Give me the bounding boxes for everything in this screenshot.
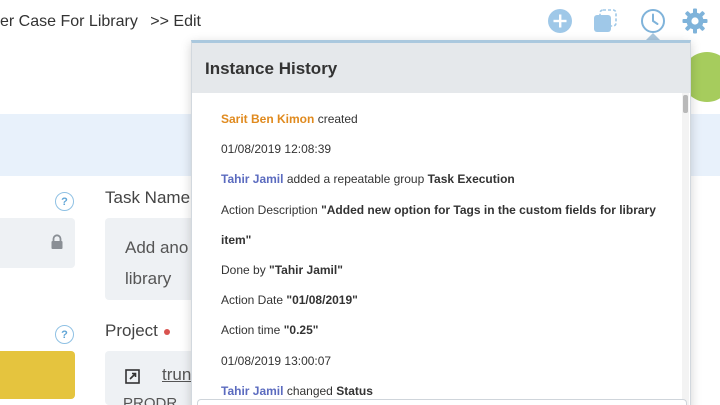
history-detail-label: Action Date [221,293,284,308]
add-button[interactable] [546,7,574,35]
task-name-label-text: Task Name [105,188,191,207]
history-target: Status [336,383,373,398]
history-list[interactable]: Sarit Ben Kimon created 01/08/2019 12:08… [192,93,690,405]
history-action: changed [286,383,333,398]
instance-history-panel: Instance History Sarit Ben Kimon created… [191,40,691,405]
project-sub-text: PRODR [123,395,178,405]
plus-circle-icon [548,9,572,33]
breadcrumb: er Case For Library >> Edit [0,13,201,31]
history-detail: Action time "0.25" [221,315,672,345]
history-detail: Action Description "Added new option for… [221,195,672,255]
project-field: trun PRODR [105,351,205,405]
history-user[interactable]: Sarit Ben Kimon [221,112,314,126]
external-link-icon[interactable] [125,369,140,384]
history-timestamp: 01/08/2019 12:08:39 [221,142,332,157]
task-name-label: Task Name [105,188,190,208]
history-detail-value: "01/08/2019" [286,293,358,308]
lock-icon [51,234,63,249]
highlight-field[interactable] [0,351,75,399]
history-button[interactable] [639,7,667,35]
history-comment-input[interactable] [197,399,687,405]
breadcrumb-current: Edit [173,13,201,30]
history-scrollbar[interactable] [682,93,689,405]
project-label: Project [105,321,170,341]
history-active-caret [646,33,660,40]
copy-button[interactable] [591,7,619,35]
help-icon[interactable]: ? [55,192,74,211]
settings-button[interactable] [681,7,709,35]
history-timestamp: 01/08/2019 13:00:07 [221,353,332,368]
required-indicator [163,328,170,335]
gear-icon [682,8,708,34]
clock-icon [641,9,665,33]
history-scrollbar-thumb[interactable] [683,95,688,113]
history-entry: Sarit Ben Kimon created [221,104,672,134]
history-action: created [317,112,358,126]
project-link[interactable]: trun [162,365,191,385]
task-name-input[interactable]: Add ano library [105,218,205,300]
history-user[interactable]: Tahir Jamil [221,384,283,398]
history-panel-title: Instance History [192,43,690,93]
breadcrumb-separator: >> [150,13,169,30]
history-detail: Action Date "01/08/2019" [221,285,672,315]
history-detail: Done by "Tahir Jamil" [221,255,672,285]
project-label-text: Project [105,321,158,340]
top-bar: er Case For Library >> Edit [0,0,720,45]
copy-icon [594,9,617,32]
history-entry: Tahir Jamil added a repeatable group Tas… [221,164,672,194]
history-detail-value: "Tahir Jamil" [269,263,343,278]
breadcrumb-title[interactable]: er Case For Library [0,13,138,30]
history-detail-label: Action Description [221,202,318,217]
help-icon[interactable]: ? [55,325,74,344]
history-user[interactable]: Tahir Jamil [221,172,283,186]
history-detail-value: "0.25" [283,323,319,338]
history-target: Task Execution [427,172,515,187]
history-detail-label: Action time [221,323,281,338]
history-detail-label: Done by [221,263,266,278]
history-action: added a repeatable group [286,172,425,187]
